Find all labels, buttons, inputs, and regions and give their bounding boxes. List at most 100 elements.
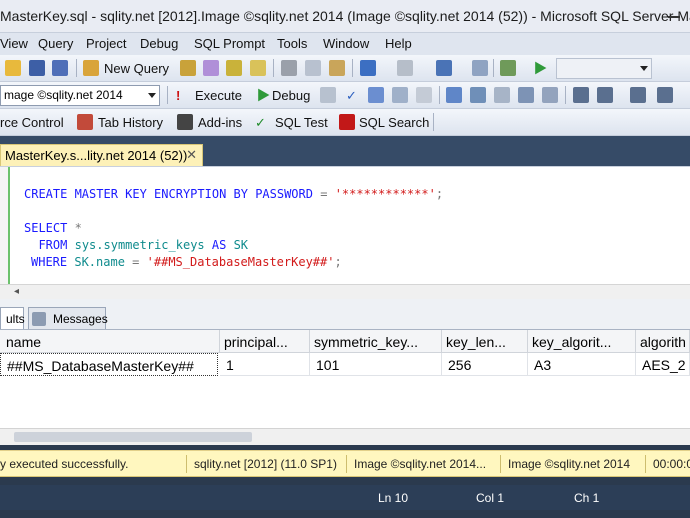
toolbar-overflow[interactable] (433, 113, 434, 131)
add-ins-button[interactable]: Add-ins (198, 115, 242, 130)
status-divider (500, 455, 501, 473)
results-grid[interactable]: name principal... symmetric_key... key_l… (0, 330, 690, 428)
status-column: Col 1 (476, 491, 505, 505)
minimize-button[interactable] (664, 4, 684, 24)
sql-test-icon[interactable]: ✓ (255, 115, 266, 131)
open-folder-icon[interactable] (5, 60, 21, 76)
new-query-icon[interactable] (83, 60, 99, 76)
table-cell[interactable]: ##MS_DatabaseMasterKey## (0, 353, 218, 376)
query-status-bar: y executed successfully. sqlity.net [201… (0, 450, 690, 477)
increase-indent-icon[interactable] (657, 87, 673, 103)
navigate-forward-icon[interactable] (472, 60, 488, 76)
sql-search-button[interactable]: SQL Search (359, 115, 429, 130)
menu-view[interactable]: View (0, 36, 28, 51)
column-header-symmetric-key[interactable]: symmetric_key... (310, 330, 442, 353)
menu-debug[interactable]: Debug (140, 36, 178, 51)
table-cell[interactable]: 1 (220, 353, 310, 376)
database-engine-query-icon[interactable] (180, 60, 196, 76)
execute-icon[interactable]: ! (176, 88, 180, 103)
status-line: Ln 10 (378, 491, 409, 505)
sql-test-button[interactable]: SQL Test (275, 115, 328, 130)
code-punctuation: * (74, 221, 82, 235)
status-bar: Ln 10 Col 1 Ch 1 (0, 485, 690, 510)
scroll-left-icon[interactable]: ◂ (14, 286, 19, 297)
table-cell[interactable]: A3 (528, 353, 636, 376)
menu-help[interactable]: Help (385, 36, 412, 51)
code-operator: = (320, 187, 328, 201)
debug-play-icon[interactable] (258, 88, 270, 102)
menu-tools[interactable]: Tools (277, 36, 307, 51)
dmx-query-icon[interactable] (226, 60, 242, 76)
toolbar-separator (273, 59, 274, 77)
toolbar-separator (167, 86, 168, 104)
start-icon[interactable] (535, 61, 547, 75)
decrease-indent-icon[interactable] (630, 87, 646, 103)
table-cell[interactable]: 101 (310, 353, 442, 376)
column-header-label: name (6, 334, 42, 350)
add-ins-icon[interactable] (177, 114, 193, 130)
cancel-query-icon[interactable] (320, 87, 336, 103)
activity-monitor-icon[interactable] (500, 60, 516, 76)
grid-horizontal-scrollbar[interactable] (0, 428, 690, 445)
uncomment-icon[interactable] (597, 87, 613, 103)
results-to-grid-icon[interactable] (518, 87, 534, 103)
column-header-principal[interactable]: principal... (220, 330, 310, 353)
comment-out-icon[interactable] (573, 87, 589, 103)
code-keyword: FROM (38, 238, 68, 252)
specify-values-icon[interactable] (416, 87, 432, 103)
query-status-database: Image ©sqlity.net 2014 (508, 457, 631, 471)
scrollbar-thumb[interactable] (14, 432, 252, 442)
tab-history-button[interactable]: Tab History (98, 115, 163, 130)
menu-project[interactable]: Project (86, 36, 126, 51)
query-designer-icon[interactable] (392, 87, 408, 103)
code-keyword: WHERE (31, 255, 68, 269)
xmla-query-icon[interactable] (250, 60, 266, 76)
client-statistics-icon[interactable] (470, 87, 486, 103)
results-to-text-icon[interactable] (494, 87, 510, 103)
results-to-file-icon[interactable] (542, 87, 558, 103)
column-header-key-length[interactable]: key_len... (442, 330, 528, 353)
display-estimated-plan-icon[interactable] (368, 87, 384, 103)
standard-toolbar: New Query (0, 55, 690, 82)
tab-results[interactable]: ults (0, 307, 25, 329)
editor-gutter (0, 167, 10, 285)
column-header-name[interactable]: name (0, 330, 220, 353)
menu-sql-prompt[interactable]: SQL Prompt (194, 36, 265, 51)
editor-horizontal-scrollbar[interactable]: ◂ (0, 284, 690, 299)
redo-icon[interactable] (397, 60, 413, 76)
solution-config-dropdown[interactable] (556, 58, 652, 79)
new-query-button[interactable]: New Query (104, 61, 169, 76)
code-punctuation: ; (435, 187, 444, 201)
menu-window[interactable]: Window (323, 36, 369, 51)
toolbar-separator (352, 59, 353, 77)
window-title: MasterKey.sql - sqlity.net [2012].Image … (0, 8, 690, 24)
column-header-key-algorithm[interactable]: key_algorit... (528, 330, 636, 353)
document-tab[interactable]: MasterKey.s...lity.net 2014 (52)) ✕ (0, 144, 203, 166)
column-header-algorithm[interactable]: algorith (636, 330, 690, 353)
sql-search-icon[interactable] (339, 114, 355, 130)
menu-query[interactable]: Query (38, 36, 73, 51)
table-cell[interactable]: 256 (442, 353, 528, 376)
tab-history-icon[interactable] (77, 114, 93, 130)
query-editor[interactable]: CREATE MASTER KEY ENCRYPTION BY PASSWORD… (0, 166, 690, 285)
status-char: Ch 1 (574, 491, 600, 505)
undo-icon[interactable] (360, 60, 376, 76)
close-tab-icon[interactable]: ✕ (186, 147, 197, 163)
cut-icon[interactable] (281, 60, 297, 76)
toolbar-separator (493, 59, 494, 77)
analysis-query-icon[interactable] (203, 60, 219, 76)
source-control-button[interactable]: rce Control (0, 115, 64, 130)
parse-icon[interactable]: ✓ (346, 88, 357, 104)
code-punctuation: ; (334, 255, 342, 269)
table-cell[interactable]: AES_2 (636, 353, 690, 376)
available-databases-dropdown[interactable]: mage ©sqlity.net 2014 (0, 85, 160, 106)
save-all-icon[interactable] (52, 60, 68, 76)
paste-icon[interactable] (329, 60, 345, 76)
navigate-backward-icon[interactable] (436, 60, 452, 76)
debug-button[interactable]: Debug (272, 88, 310, 103)
execute-button[interactable]: Execute (195, 88, 242, 103)
status-divider (186, 455, 187, 473)
copy-icon[interactable] (305, 60, 321, 76)
save-icon[interactable] (29, 60, 45, 76)
include-actual-plan-icon[interactable] (446, 87, 462, 103)
